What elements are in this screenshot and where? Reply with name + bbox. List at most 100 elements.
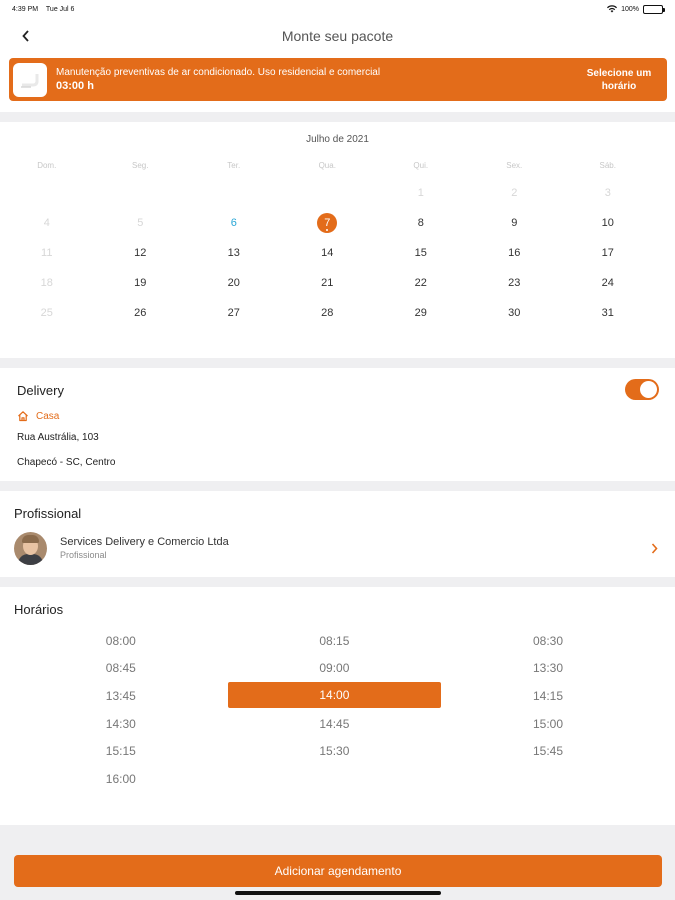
time-slot[interactable]: 08:15 xyxy=(228,627,442,655)
time-slot-selected[interactable]: 14:00 xyxy=(227,682,442,709)
service-banner-section: Manutenção preventivas de ar condicionad… xyxy=(0,54,675,112)
battery-icon xyxy=(643,4,665,14)
professional-title: Profissional xyxy=(14,506,82,521)
calendar-day[interactable]: 8 xyxy=(374,208,468,238)
calendar-day[interactable]: 28 xyxy=(281,298,375,328)
times-title: Horários xyxy=(14,602,64,617)
service-banner: Manutenção preventivas de ar condicionad… xyxy=(9,58,667,101)
calendar-day[interactable]: 14 xyxy=(281,238,375,268)
calendar: Julho de 2021 Dom. Seg. Ter. Qua. Qui. S… xyxy=(0,122,675,358)
calendar-day-today[interactable]: 6 xyxy=(187,208,281,238)
professional-info: Services Delivery e Comercio Ltda Profis… xyxy=(60,535,647,561)
selected-day-label: 7 xyxy=(317,213,338,233)
calendar-day[interactable]: 24 xyxy=(561,268,655,298)
home-icon xyxy=(17,410,29,422)
address-street: Rua Austrália, 103 xyxy=(17,432,99,443)
service-name: Manutenção preventivas de ar condicionad… xyxy=(56,67,381,78)
calendar-day[interactable]: 16 xyxy=(468,238,562,268)
calendar-day-selected[interactable]: 7 xyxy=(281,208,375,238)
time-slot[interactable]: 08:45 xyxy=(14,655,228,683)
time-slot[interactable]: 13:30 xyxy=(441,655,655,683)
service-info: Manutenção preventivas de ar condicionad… xyxy=(56,66,575,93)
time-slot-grid: 08:00 08:15 08:30 08:45 09:00 13:30 13:4… xyxy=(14,627,655,793)
calendar-day[interactable]: 12 xyxy=(94,238,188,268)
chevron-left-icon xyxy=(22,30,29,42)
nav-header: Monte seu pacote xyxy=(0,18,675,54)
time-slot[interactable]: 15:00 xyxy=(441,710,655,738)
professional-name: Services Delivery e Comercio Ltda xyxy=(60,536,229,548)
time-slot[interactable]: 15:15 xyxy=(14,737,228,765)
calendar-day[interactable]: 30 xyxy=(468,298,562,328)
calendar-week: 4 5 6 7 8 9 10 xyxy=(0,208,675,238)
weekday-label: Sex. xyxy=(506,160,523,170)
status-right: 100% xyxy=(607,4,665,14)
calendar-day[interactable]: 13 xyxy=(187,238,281,268)
calendar-day[interactable]: 21 xyxy=(281,268,375,298)
time-slot[interactable]: 08:00 xyxy=(14,627,228,655)
calendar-day[interactable]: 20 xyxy=(187,268,281,298)
calendar-day[interactable]: 15 xyxy=(374,238,468,268)
professional-role: Profissional xyxy=(60,550,107,560)
calendar-day[interactable]: 26 xyxy=(94,298,188,328)
weekday-label: Sáb. xyxy=(599,160,616,170)
calendar-day xyxy=(187,178,281,208)
time-slot[interactable]: 15:30 xyxy=(228,737,442,765)
calendar-week: 25 26 27 28 29 30 31 xyxy=(0,298,675,328)
address-label-text: Casa xyxy=(36,410,60,422)
air-conditioner-icon xyxy=(21,73,39,88)
status-bar: 4:39 PM Tue Jul 6 100% xyxy=(0,0,675,18)
calendar-day[interactable]: 17 xyxy=(561,238,655,268)
battery-percent: 100% xyxy=(621,5,639,13)
weekday-header: Dom. Seg. Ter. Qua. Qui. Sex. Sáb. xyxy=(0,158,675,172)
footer: Adicionar agendamento xyxy=(0,825,675,900)
time-slot[interactable]: 14:45 xyxy=(228,710,442,738)
calendar-day[interactable]: 19 xyxy=(94,268,188,298)
weekday-label: Ter. xyxy=(227,160,241,170)
calendar-day: 3 xyxy=(604,187,611,199)
time-slot[interactable]: 09:00 xyxy=(228,655,442,683)
select-time-button[interactable]: Selecione um horário xyxy=(575,67,663,93)
weekday-label: Qui. xyxy=(413,160,429,170)
wifi-icon xyxy=(607,5,618,13)
time-slot[interactable]: 08:30 xyxy=(441,627,655,655)
delivery-section: Delivery Casa Rua Austrália, 103 Chapecó… xyxy=(0,368,675,481)
calendar-day xyxy=(0,178,94,208)
calendar-week: 1 2 3 xyxy=(0,178,675,208)
calendar-month: Julho de 2021 xyxy=(306,134,369,145)
time-slot[interactable]: 14:15 xyxy=(441,682,655,710)
address-city: Chapecó - SC, Centro xyxy=(17,457,116,468)
calendar-day: 11 xyxy=(41,247,53,259)
calendar-day[interactable]: 29 xyxy=(374,298,468,328)
status-date: Tue Jul 6 xyxy=(45,5,75,13)
time-slot[interactable]: 15:45 xyxy=(441,737,655,765)
calendar-day: 2 xyxy=(511,187,518,199)
calendar-day[interactable]: 23 xyxy=(468,268,562,298)
weekday-label: Qua. xyxy=(318,160,336,170)
calendar-day[interactable]: 27 xyxy=(187,298,281,328)
delivery-toggle[interactable] xyxy=(625,379,659,400)
calendar-day: 18 xyxy=(40,277,53,289)
service-thumbnail xyxy=(13,62,47,97)
delivery-title: Delivery xyxy=(17,383,64,398)
service-duration: 03:00 h xyxy=(56,80,94,92)
calendar-day[interactable]: 31 xyxy=(561,298,655,328)
time-slot[interactable]: 14:30 xyxy=(14,710,228,738)
time-slot[interactable]: 16:00 xyxy=(14,765,228,793)
calendar-day[interactable]: 9 xyxy=(468,208,562,238)
weekday-label: Seg. xyxy=(132,160,149,170)
professional-row[interactable]: Services Delivery e Comercio Ltda Profis… xyxy=(14,530,661,566)
calendar-day[interactable]: 22 xyxy=(374,268,468,298)
calendar-day xyxy=(281,178,375,208)
calendar-day[interactable]: 10 xyxy=(561,208,655,238)
chevron-right-icon xyxy=(647,542,661,554)
calendar-day: 1 xyxy=(417,187,424,199)
status-time: 4:39 PM xyxy=(12,5,39,13)
address-label[interactable]: Casa xyxy=(17,410,59,422)
page-title: Monte seu pacote xyxy=(281,28,394,44)
calendar-week: 11 12 13 14 15 16 17 xyxy=(0,238,675,268)
time-slot[interactable]: 13:45 xyxy=(14,682,228,710)
professional-section: Profissional Services Delivery e Comerci… xyxy=(0,491,675,577)
calendar-day: 5 xyxy=(137,217,144,229)
add-appointment-button[interactable]: Adicionar agendamento xyxy=(14,855,662,887)
back-button[interactable] xyxy=(16,26,36,46)
